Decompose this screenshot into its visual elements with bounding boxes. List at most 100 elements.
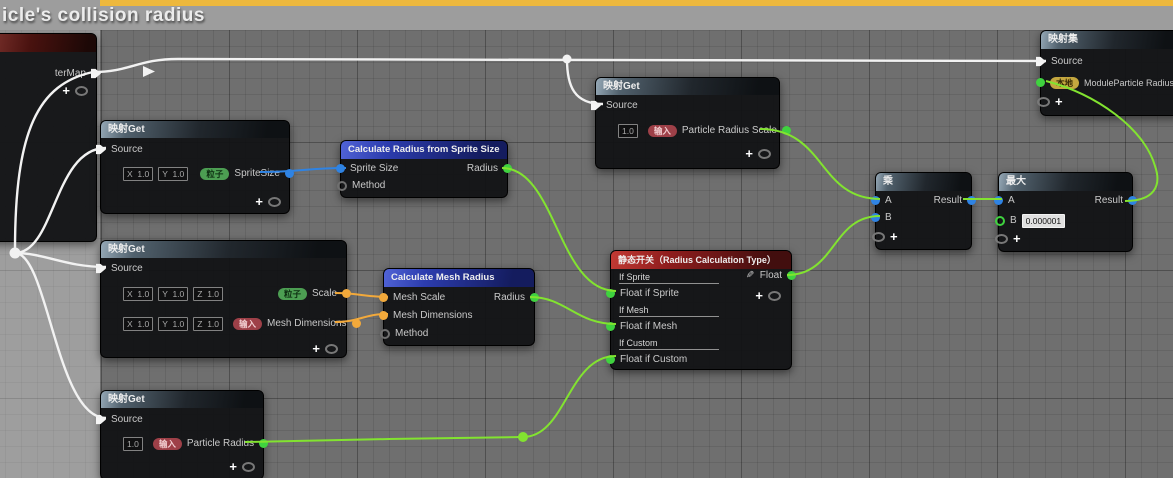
float-output-pin[interactable] <box>787 271 796 280</box>
add-output-pin[interactable] <box>268 196 281 207</box>
add-output-pin[interactable] <box>75 85 88 96</box>
node-parameter-source-header[interactable] <box>0 34 96 52</box>
node-header[interactable]: 最大 <box>999 173 1132 191</box>
node-calc-radius-sprite: Calculate Radius from Sprite Size Sprite… <box>336 140 512 198</box>
node-header[interactable]: Calculate Mesh Radius <box>384 269 534 287</box>
source-input-pin[interactable] <box>96 414 106 425</box>
mesh-scale-input-pin[interactable] <box>379 293 388 302</box>
add-pin-button[interactable]: + <box>755 289 763 302</box>
float-if-sprite-input-pin[interactable] <box>606 289 615 298</box>
add-output-pin[interactable] <box>325 343 338 354</box>
add-pin-button[interactable]: + <box>745 147 753 160</box>
value-field[interactable]: 1.0 <box>618 123 638 138</box>
switch-case-label: If Sprite <box>619 272 719 284</box>
add-pin-button[interactable]: + <box>1055 95 1063 108</box>
output-pin-label: Particle Radius Scale <box>681 125 777 136</box>
comment-title[interactable]: icle's collision radius <box>2 5 205 27</box>
input-pin-label: Mesh Scale <box>393 292 446 303</box>
add-pin-button[interactable]: + <box>890 230 898 243</box>
module-particle-radius-input-pin[interactable] <box>1036 78 1045 87</box>
value-field-x[interactable]: X 1.0 <box>123 166 154 181</box>
input-pin-label: B <box>1010 215 1017 226</box>
value-field[interactable]: 1.0 <box>123 436 143 451</box>
sprite-size-input-pin[interactable] <box>336 164 345 173</box>
add-output-pin[interactable] <box>758 148 771 159</box>
add-input-pin[interactable] <box>1037 96 1050 107</box>
input-pin-label: Float if Sprite <box>620 288 679 299</box>
node-header[interactable]: 映射集 <box>1041 31 1173 49</box>
blueprint-graph-canvas[interactable]: icle's collision radius terMap + 映射Get S… <box>0 0 1173 478</box>
particle-radius-output-pin[interactable] <box>259 439 269 448</box>
value-field-z[interactable]: Z 1.0 <box>193 316 224 331</box>
node-header[interactable]: 映射Get <box>596 78 779 95</box>
output-pin-label: Particle Radius <box>186 438 255 449</box>
add-pin-button[interactable]: + <box>62 84 70 97</box>
value-field-x[interactable]: X 1.0 <box>123 286 154 301</box>
node-map-set: 映射集 Source 本地 ModuleParticle Radius + <box>1036 30 1173 116</box>
add-input-pin[interactable] <box>995 233 1008 244</box>
add-output-pin[interactable] <box>242 461 255 472</box>
comment-selected-border <box>100 0 1173 6</box>
wire-mesh-radius <box>529 296 617 325</box>
switch-case-label: If Custom <box>619 338 719 350</box>
value-field-y[interactable]: Y 1.0 <box>158 286 189 301</box>
multiply-a-input-pin[interactable] <box>871 196 880 205</box>
input-pin-label: Mesh Dimensions <box>393 310 473 321</box>
add-output-pin[interactable] <box>768 290 781 301</box>
multiply-b-input-pin[interactable] <box>871 213 880 222</box>
radius-output-pin[interactable] <box>503 164 512 173</box>
result-output-pin[interactable] <box>1128 196 1137 205</box>
value-field-y[interactable]: Y 1.0 <box>158 316 189 331</box>
mesh-dimensions-output-pin[interactable] <box>351 319 361 328</box>
scale-output-pin[interactable] <box>342 289 351 298</box>
input-pin-label: A <box>1008 195 1015 206</box>
node-header[interactable]: 映射Get <box>101 241 346 258</box>
add-pin-button[interactable]: + <box>229 460 237 473</box>
value-field-x[interactable]: X 1.0 <box>123 316 154 331</box>
value-field-y[interactable]: Y 1.0 <box>158 166 189 181</box>
output-pin-label: Result <box>1094 195 1123 206</box>
input-pin-label: B <box>885 212 892 223</box>
namespace-badge-particle: 粒子 <box>277 287 307 300</box>
float-if-mesh-input-pin[interactable] <box>606 322 615 331</box>
particle-radius-scale-output-pin[interactable] <box>781 126 791 135</box>
node-map-get-radius-scale: 映射Get Source 1.0 输入 Particle Radius Scal… <box>591 77 791 169</box>
result-output-pin[interactable] <box>967 196 976 205</box>
node-header[interactable]: 映射Get <box>101 121 289 138</box>
node-header[interactable]: 映射Get <box>101 391 263 408</box>
value-field-z[interactable]: Z 1.0 <box>193 286 224 301</box>
input-pin-label: Method <box>352 180 386 191</box>
add-pin-button[interactable]: + <box>1013 232 1021 245</box>
input-pin-label: Float if Mesh <box>620 321 678 332</box>
node-map-get-particle-radius: 映射Get Source 1.0 输入 Particle Radius + <box>96 390 269 478</box>
namespace-badge-input: 输入 <box>647 124 677 137</box>
add-pin-button[interactable]: + <box>255 195 263 208</box>
method-input-pin[interactable] <box>337 180 347 191</box>
node-max: 最大 A Result B 0.000001 + <box>994 172 1137 252</box>
node-header[interactable]: 乘 <box>876 173 971 191</box>
reroute-node-green <box>518 432 528 442</box>
float-if-custom-input-pin[interactable] <box>606 355 615 364</box>
spritesize-output-pin[interactable] <box>285 169 294 178</box>
source-input-pin[interactable] <box>96 263 106 274</box>
node-map-get-mesh: 映射Get Source X 1.0 Y 1.0 Z 1.0 粒子 Scale … <box>96 240 361 358</box>
output-pin-label: Scale <box>311 288 337 299</box>
source-input-pin[interactable] <box>96 144 106 155</box>
max-b-value-field[interactable]: 0.000001 <box>1021 213 1066 228</box>
input-pin-label: ModuleParticle Radius <box>1084 77 1173 88</box>
mesh-dimensions-input-pin[interactable] <box>379 311 388 320</box>
edit-pencil-icon[interactable]: ✎ <box>746 270 754 281</box>
node-header[interactable]: Calculate Radius from Sprite Size <box>341 141 507 159</box>
add-input-pin[interactable] <box>872 231 885 242</box>
source-input-pin[interactable] <box>1036 56 1046 67</box>
node-map-get-spritesize: 映射Get Source X 1.0 Y 1.0 粒子 SpriteSize + <box>96 120 294 214</box>
radius-output-pin[interactable] <box>530 293 539 302</box>
max-a-input-pin[interactable] <box>994 196 1003 205</box>
namespace-badge-local: 本地 <box>1050 76 1080 89</box>
max-b-input-pin[interactable] <box>995 215 1005 226</box>
method-input-pin[interactable] <box>380 328 390 339</box>
namespace-badge-input: 输入 <box>233 317 263 330</box>
source-input-pin[interactable] <box>591 100 601 111</box>
source-pin-label: Source <box>111 144 143 155</box>
add-pin-button[interactable]: + <box>312 342 320 355</box>
